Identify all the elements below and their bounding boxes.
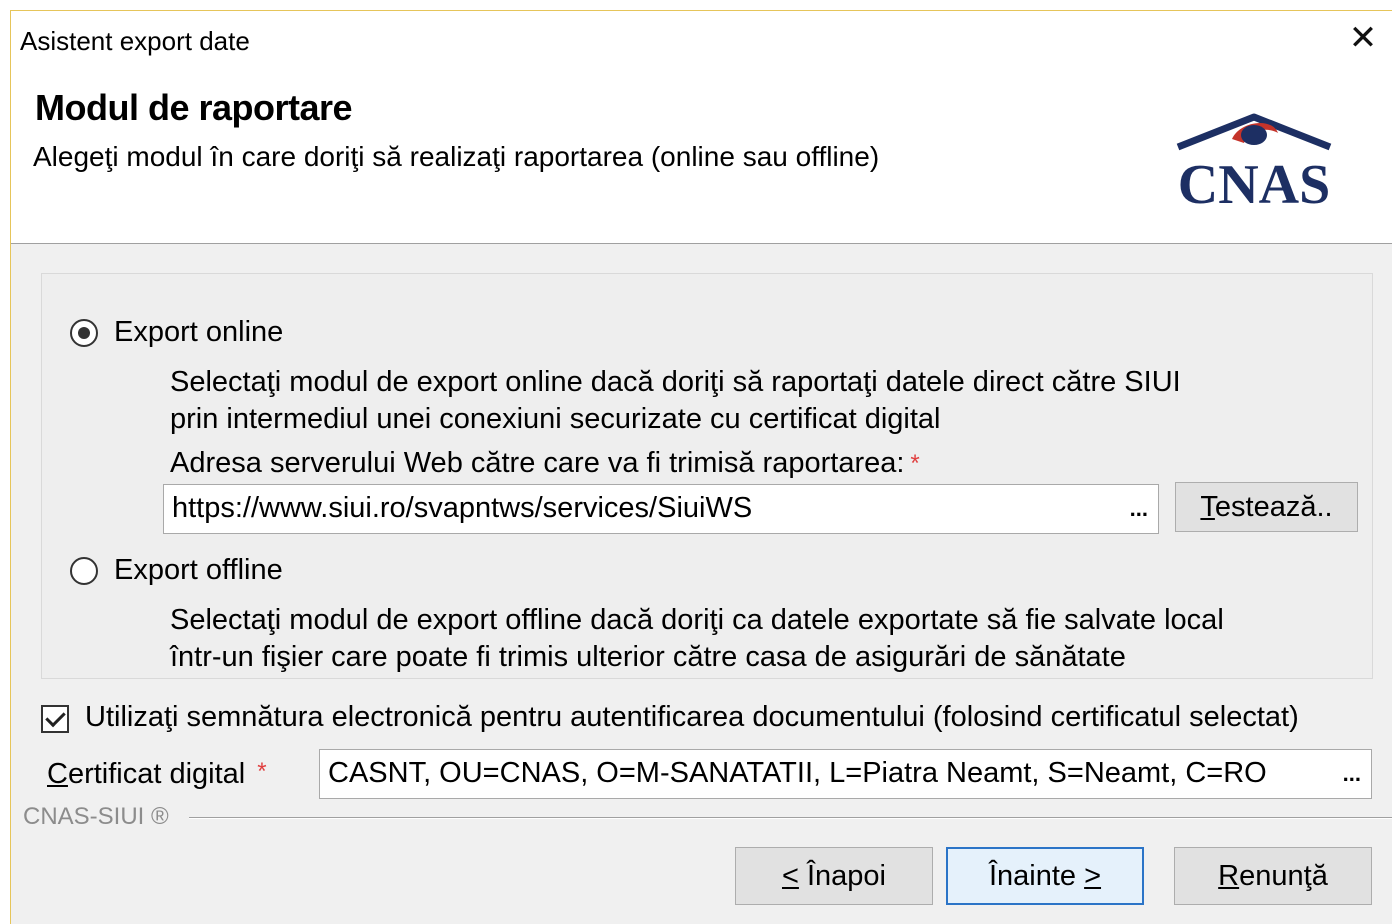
server-address-label: Adresa serverului Web către care va fi t… [170,445,920,482]
footer-brand: CNAS-SIUI ® [23,803,169,830]
certificate-value: CASNT, OU=CNAS, O=M-SANATATII, L=Piatra … [328,757,1267,789]
certificate-label-mnemonic: C [47,758,68,790]
server-url-value: https://www.siui.ro/svapntws/services/Si… [172,492,753,524]
close-icon[interactable]: ✕ [1346,21,1380,55]
certificate-label: Certificat digital * [47,758,267,791]
title-bar: Asistent export date ✕ [11,11,1392,71]
next-button-label: Înainte [988,860,1085,892]
export-online-radio[interactable] [70,319,98,347]
export-offline-radio[interactable] [70,557,98,585]
export-online-desc-line2: prin intermediul unei conexiuni securiza… [170,403,941,435]
cancel-button[interactable]: Renunţă [1174,847,1372,905]
certificate-input[interactable]: CASNT, OU=CNAS, O=M-SANATATII, L=Piatra … [319,749,1372,799]
signature-checkbox[interactable] [41,705,69,733]
test-button-mnemonic: T [1200,491,1215,523]
window-title: Asistent export date [20,26,250,56]
server-url-input[interactable]: https://www.siui.ro/svapntws/services/Si… [163,484,1159,534]
export-online-desc-line1: Selectaţi modul de export online dacă do… [170,366,1181,398]
export-online-label[interactable]: Export online [114,316,283,349]
back-button[interactable]: < Înapoi [735,847,933,905]
signature-label[interactable]: Utilizaţi semnătura electronică pentru a… [85,701,1299,734]
logo-text: CNAS [1178,154,1330,215]
server-url-browse-button[interactable]: ... [1130,485,1148,533]
test-button-label: estează.. [1214,491,1333,523]
certificate-browse-button[interactable]: ... [1343,750,1361,798]
required-marker: * [257,758,267,785]
test-button[interactable]: Testează.. [1175,482,1358,532]
export-offline-label[interactable]: Export offline [114,554,283,587]
cancel-button-label: enunţă [1239,860,1328,892]
dialog-window: Asistent export date ✕ Modul de raportar… [10,10,1392,924]
wizard-header: Modul de raportare Alegeţi modul în care… [11,71,1392,244]
next-button-mnemonic: > [1084,860,1102,892]
required-marker: * [910,450,920,477]
certificate-label-text: ertificat digital [67,758,246,790]
server-address-label-text: Adresa serverului Web către care va fi t… [170,447,905,479]
page-subtitle: Alegeţi modul în care doriţi să realizaţ… [33,141,880,172]
export-mode-group: Export online Selectaţi modul de export … [41,273,1373,679]
back-button-mnemonic: < [781,860,799,892]
footer-divider [189,817,1392,819]
next-button[interactable]: Înainte > [946,847,1144,905]
page-title: Modul de raportare [35,87,353,128]
cancel-button-mnemonic: R [1218,860,1240,892]
export-offline-desc-line1: Selectaţi modul de export offline dacă d… [170,604,1224,636]
cnas-logo: CNAS [1176,113,1332,215]
back-button-label: Înapoi [798,860,886,892]
export-offline-desc-line2: într-un fişier care poate fi trimis ulte… [170,641,1126,673]
